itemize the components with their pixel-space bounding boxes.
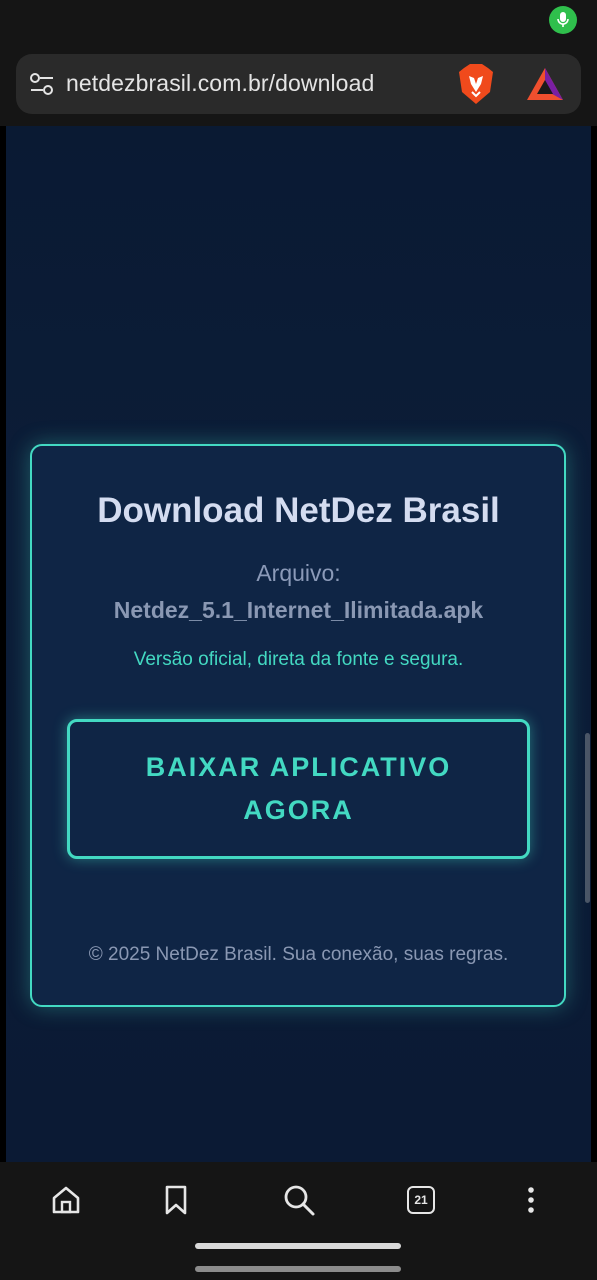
bookmarks-button[interactable] [154,1178,198,1222]
bookmark-icon [165,1185,187,1215]
url-text[interactable]: netdezbrasil.com.br/download [66,70,374,97]
footer-copyright: © 2025 NetDez Brasil. Sua conexão, suas … [88,944,509,965]
menu-button[interactable] [509,1178,553,1222]
tabs-button[interactable]: 21 [399,1178,443,1222]
download-app-button[interactable]: BAIXAR APLICATIVO AGORA [67,719,530,859]
site-settings-icon[interactable] [28,68,56,100]
official-note: Versão oficial, direta da fonte e segura… [133,649,464,670]
tab-count-badge: 21 [407,1186,435,1214]
microphone-indicator-icon [549,6,577,34]
gesture-handle[interactable] [195,1243,401,1249]
search-icon [284,1185,315,1216]
card-title: Download NetDez Brasil [97,491,500,530]
brave-shields-icon[interactable] [456,62,496,106]
navigation-handle[interactable] [195,1266,401,1272]
more-vertical-icon [528,1187,534,1213]
home-icon [52,1186,80,1214]
brave-rewards-icon[interactable] [525,66,565,102]
search-button[interactable] [277,1178,321,1222]
file-name: Netdez_5.1_Internet_Ilimitada.apk [113,597,484,623]
home-button[interactable] [44,1178,88,1222]
scrollbar[interactable] [585,733,590,903]
file-label: Arquivo: [256,560,341,586]
status-bar [0,0,597,46]
